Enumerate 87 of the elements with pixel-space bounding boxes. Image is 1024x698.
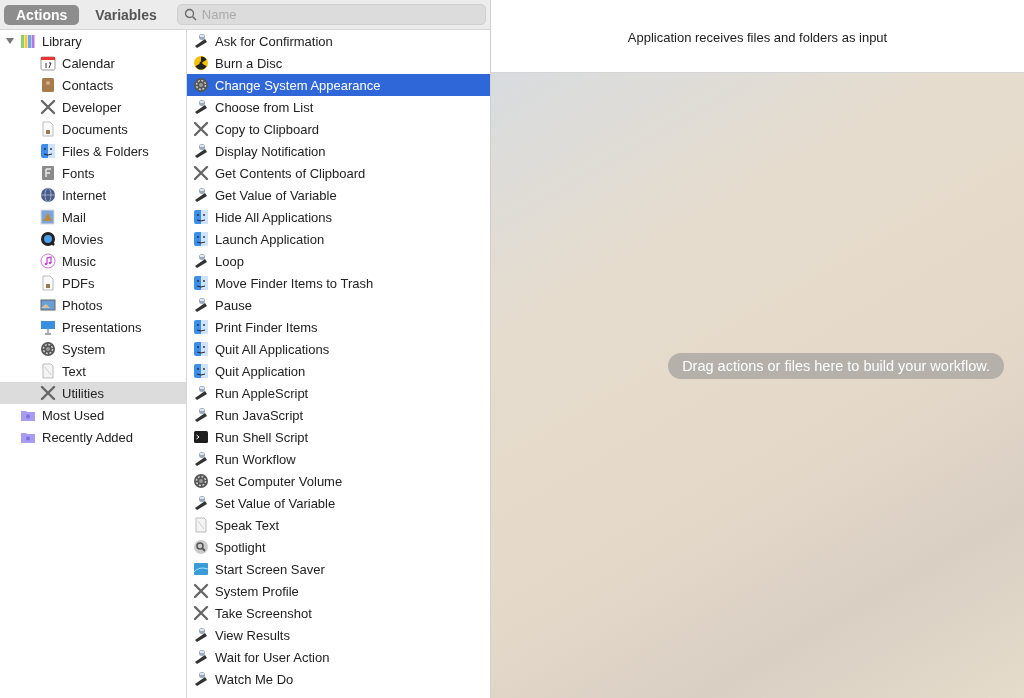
finder-face-icon [193,363,209,379]
action-item[interactable]: Take Screenshot [187,602,490,624]
action-item[interactable]: Quit Application [187,360,490,382]
finder-face-icon [193,275,209,291]
action-item[interactable]: Watch Me Do [187,668,490,690]
action-item[interactable]: Quit All Applications [187,338,490,360]
presentation-icon [40,319,56,335]
library-item[interactable]: Calendar [0,52,186,74]
calendar-icon [40,55,56,71]
document-icon [193,517,209,533]
library-item[interactable]: Library [0,30,186,52]
gear-icon [40,341,56,357]
radiation-icon [193,55,209,71]
action-item[interactable]: Choose from List [187,96,490,118]
finder-face-icon [193,209,209,225]
library-item[interactable]: System [0,338,186,360]
action-item[interactable]: Spotlight [187,536,490,558]
music-icon [40,253,56,269]
workflow-header: Application receives files and folders as input [627,29,888,45]
globe-icon [40,187,56,203]
finder-face-icon [193,319,209,335]
library-item[interactable]: Contacts [0,74,186,96]
gear-icon [193,77,209,93]
document-icon [40,275,56,291]
document-icon [40,121,56,137]
font-book-icon [40,165,56,181]
library-item[interactable]: Presentations [0,316,186,338]
tools-icon [193,121,209,137]
action-item[interactable]: Get Contents of Clipboard [187,162,490,184]
tools-icon [193,605,209,621]
action-item[interactable]: Run AppleScript [187,382,490,404]
action-item[interactable]: Pause [187,294,490,316]
finder-face-icon [193,231,209,247]
action-item[interactable]: Run JavaScript [187,404,490,426]
action-item[interactable]: Hide All Applications [187,206,490,228]
quicktime-icon [40,231,56,247]
tools-icon [193,165,209,181]
library-item[interactable]: Developer [0,96,186,118]
drop-hint: Drag actions or files here to build your workflow. [668,352,1004,379]
tools-icon [40,385,56,401]
tools-icon [193,583,209,599]
action-item[interactable]: Print Finder Items [187,316,490,338]
action-item[interactable]: Ask for Confirmation [187,30,490,52]
tab[interactable]: Variables [83,4,169,25]
action-item[interactable]: Set Value of Variable [187,492,490,514]
finder-face-icon [193,341,209,357]
library-item[interactable]: Fonts [0,162,186,184]
library-item[interactable]: Most Used [0,404,186,426]
screen-icon [193,561,209,577]
library-item[interactable]: PDFs [0,272,186,294]
library-item[interactable]: Mail [0,206,186,228]
library-item[interactable]: Documents [0,118,186,140]
finder-face-icon [40,143,56,159]
library-item[interactable]: Text [0,360,186,382]
action-item[interactable]: Loop [187,250,490,272]
library-item[interactable]: Utilities [0,382,186,404]
action-item[interactable]: Burn a Disc [187,52,490,74]
library-item[interactable]: Music [0,250,186,272]
contacts-icon [40,77,56,93]
action-item[interactable]: Get Value of Variable [187,184,490,206]
gear-icon [193,473,209,489]
action-item[interactable]: System Profile [187,580,490,602]
tools-icon [40,99,56,115]
document-icon [40,363,56,379]
action-item[interactable]: Wait for User Action [187,646,490,668]
library-item[interactable]: Internet [0,184,186,206]
action-item[interactable]: Display Notification [187,140,490,162]
library-item[interactable]: Files & Folders [0,140,186,162]
library-icon [20,33,36,49]
action-item[interactable]: Run Shell Script [187,426,490,448]
library-item[interactable]: Movies [0,228,186,250]
action-item[interactable]: View Results [187,624,490,646]
action-item[interactable]: Move Finder Items to Trash [187,272,490,294]
terminal-icon [193,429,209,445]
photos-icon [40,297,56,313]
magnifier-icon [193,539,209,555]
action-item[interactable]: Change System Appearance [187,74,490,96]
library-item[interactable]: Recently Added [0,426,186,448]
action-item[interactable]: Run Workflow [187,448,490,470]
mail-stamp-icon [40,209,56,225]
disclosure-triangle-icon[interactable] [6,37,14,45]
action-item[interactable]: Start Screen Saver [187,558,490,580]
action-item[interactable]: Launch Application [187,228,490,250]
library-item[interactable]: Photos [0,294,186,316]
action-item[interactable]: Copy to Clipboard [187,118,490,140]
action-item[interactable]: Speak Text [187,514,490,536]
action-item[interactable]: Set Computer Volume [187,470,490,492]
